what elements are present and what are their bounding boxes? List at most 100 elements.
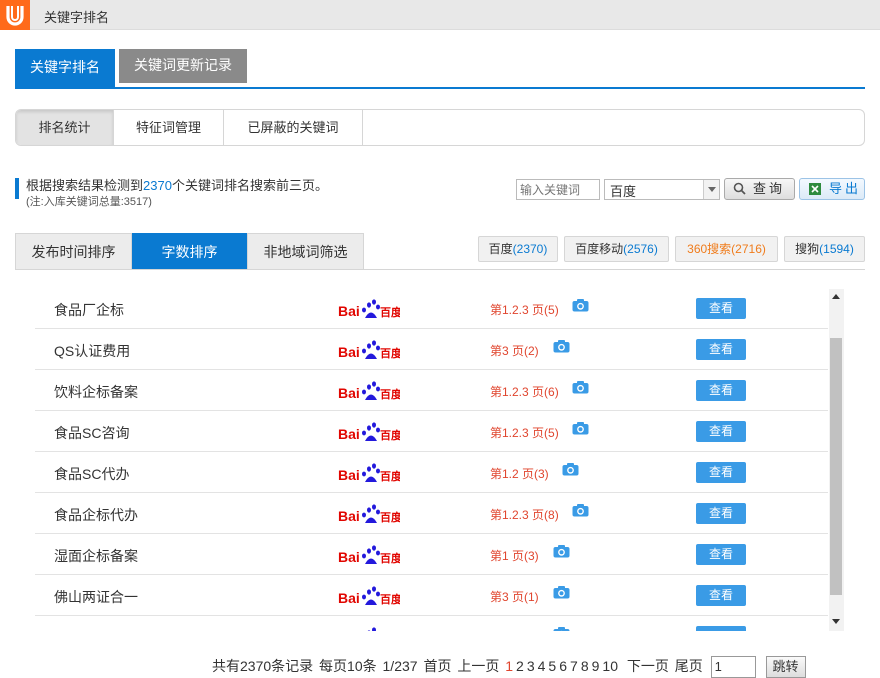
camera-icon[interactable] — [572, 421, 589, 435]
pager-page-1[interactable]: 1 — [505, 658, 513, 674]
scroll-down-icon[interactable] — [832, 619, 840, 624]
baidu-logo-icon: Bai 百度 — [338, 340, 400, 360]
row-keyword: 佛山两证合一 — [54, 589, 138, 605]
camera-icon[interactable] — [572, 380, 589, 394]
row-keyword: 食品SC代办 — [54, 466, 130, 482]
pager-page-7[interactable]: 7 — [570, 658, 578, 674]
export-button[interactable]: 导出 — [799, 178, 865, 200]
sort-by-publish-time[interactable]: 发布时间排序 — [15, 233, 132, 269]
keyword-search-input[interactable] — [516, 179, 600, 200]
sort-by-word-count[interactable]: 字数排序 — [132, 233, 247, 269]
pager-page-4[interactable]: 4 — [538, 658, 546, 674]
pager-page-10[interactable]: 10 — [602, 658, 618, 674]
camera-icon[interactable] — [562, 462, 579, 476]
search-button-label: 查询 — [753, 181, 786, 196]
pager-prev[interactable]: 上一页 — [457, 656, 499, 676]
subtab-blocked-keywords[interactable]: 已屏蔽的关键词 — [224, 110, 363, 145]
baidu-logo-text: Bai — [338, 385, 360, 401]
baidu-logo-chinese: 百度 — [380, 592, 400, 606]
engine-tab-baidu[interactable]: 百度(2370) — [478, 236, 558, 262]
engine-tab-name: 360搜索 — [687, 242, 732, 256]
pager-last[interactable]: 尾页 — [675, 656, 703, 676]
view-button[interactable]: 查看 — [696, 503, 746, 524]
pager-page-5[interactable]: 5 — [548, 658, 556, 674]
view-button[interactable]: 查看 — [696, 544, 746, 565]
pager-page-6[interactable]: 6 — [559, 658, 567, 674]
filter-non-regional[interactable]: 非地域词筛选 — [247, 233, 364, 269]
view-button[interactable]: 查看 — [696, 421, 746, 442]
baidu-logo-text: Bai — [338, 590, 360, 606]
engine-tab-360[interactable]: 360搜索(2716) — [675, 236, 778, 262]
table-row: Bai 百度 — [35, 616, 828, 631]
app-logo-icon — [0, 0, 30, 30]
baidu-logo-text: Bai — [338, 426, 360, 442]
camera-icon[interactable] — [553, 585, 570, 599]
view-button[interactable]: 查看 — [696, 585, 746, 606]
row-rank: 第1.2.3 页(6) — [490, 385, 559, 399]
pager-jump-button[interactable]: 跳转 — [765, 656, 806, 678]
pager-jump-input[interactable]: 1 — [710, 656, 756, 678]
baidu-logo-icon: Bai 百度 — [338, 586, 400, 606]
table-row: 食品SC咨询 Bai 百度 第1.2.3 页(5) 查看 — [35, 411, 828, 452]
tab-keyword-rank[interactable]: 关键字排名 — [15, 49, 115, 87]
results-scrollbar[interactable] — [829, 289, 844, 631]
pager-first[interactable]: 首页 — [423, 656, 451, 676]
baidu-logo-icon: Bai 百度 — [338, 463, 400, 483]
row-keyword: 饮料企标备案 — [54, 384, 138, 400]
pager-total: 共有2370条记录 — [212, 658, 314, 674]
camera-icon[interactable] — [572, 298, 589, 312]
results-panel: 食品厂企标 Bai 百度 第1.2.3 页(5) 查看 QS认证费用 Bai 百度 第3 页(2… — [15, 269, 865, 636]
engine-select[interactable]: 百度 — [604, 179, 720, 200]
pager-page-3[interactable]: 3 — [527, 658, 535, 674]
subtab-rank-stats[interactable]: 排名统计 — [16, 110, 114, 145]
table-row: 食品SC代办 Bai 百度 第1.2 页(3) 查看 — [35, 452, 828, 493]
table-row: 佛山两证合一 Bai 百度 第3 页(1) 查看 — [35, 575, 828, 616]
search-button[interactable]: 查询 — [724, 178, 795, 200]
view-button[interactable]: 查看 — [696, 380, 746, 401]
tab-keyword-update-log[interactable]: 关键词更新记录 — [119, 49, 247, 83]
camera-icon[interactable] — [553, 339, 570, 353]
view-button[interactable]: 查看 — [696, 298, 746, 319]
row-keyword: QS认证费用 — [54, 343, 131, 359]
view-button[interactable]: 查看 — [696, 462, 746, 483]
summary-marker — [15, 178, 19, 199]
baidu-logo-text: Bai — [338, 344, 360, 360]
engine-tab-count: (1594) — [819, 242, 854, 256]
scroll-thumb[interactable] — [830, 338, 842, 595]
baidu-logo-chinese: 百度 — [380, 305, 400, 319]
table-row: QS认证费用 Bai 百度 第3 页(2) 查看 — [35, 329, 828, 370]
summary-note: (注:入库关键词总量:3517) — [26, 196, 152, 208]
subtab-feature-words[interactable]: 特征词管理 — [114, 110, 224, 145]
baidu-logo-chinese: 百度 — [380, 469, 400, 483]
camera-icon[interactable] — [572, 503, 589, 517]
summary-count: 2370 — [143, 178, 172, 193]
engine-tab-name: 百度移动 — [575, 242, 624, 256]
view-button[interactable] — [696, 626, 746, 631]
view-button[interactable]: 查看 — [696, 339, 746, 360]
excel-icon — [809, 183, 821, 195]
baidu-logo-text: Bai — [338, 549, 360, 565]
top-nav: 关键字排名 关键词更新记录 — [15, 49, 865, 89]
summary-prefix: 根据搜索结果检测到 — [26, 178, 144, 193]
pager-page-2[interactable]: 2 — [516, 658, 524, 674]
scroll-up-icon[interactable] — [832, 294, 840, 299]
pager-next[interactable]: 下一页 — [627, 656, 669, 676]
table-row: 食品企标代办 Bai 百度 第1.2.3 页(8) 查看 — [35, 493, 828, 534]
camera-icon[interactable] — [553, 544, 570, 558]
baidu-logo-text: Bai — [338, 508, 360, 524]
row-keyword: 湿面企标备案 — [54, 548, 138, 564]
engine-tab-count: (2576) — [623, 242, 658, 256]
summary-text: 根据搜索结果检测到2370个关键词排名搜索前三页。 — [26, 175, 328, 194]
search-icon — [733, 182, 746, 195]
engine-tab-sogou[interactable]: 搜狗(1594) — [784, 236, 865, 262]
pager-page-8[interactable]: 8 — [581, 658, 589, 674]
baidu-logo-chinese: 百度 — [380, 428, 400, 442]
camera-icon[interactable] — [553, 626, 570, 631]
row-rank: 第1.2 页(3) — [490, 467, 549, 481]
engine-tab-name: 百度 — [488, 242, 513, 256]
row-rank: 第3 页(1) — [490, 590, 539, 604]
engine-tab-baidu-mobile[interactable]: 百度移动(2576) — [564, 236, 669, 262]
row-rank: 第3 页(2) — [490, 344, 539, 358]
baidu-logo-chinese: 百度 — [380, 551, 400, 565]
pager-page-9[interactable]: 9 — [592, 658, 600, 674]
